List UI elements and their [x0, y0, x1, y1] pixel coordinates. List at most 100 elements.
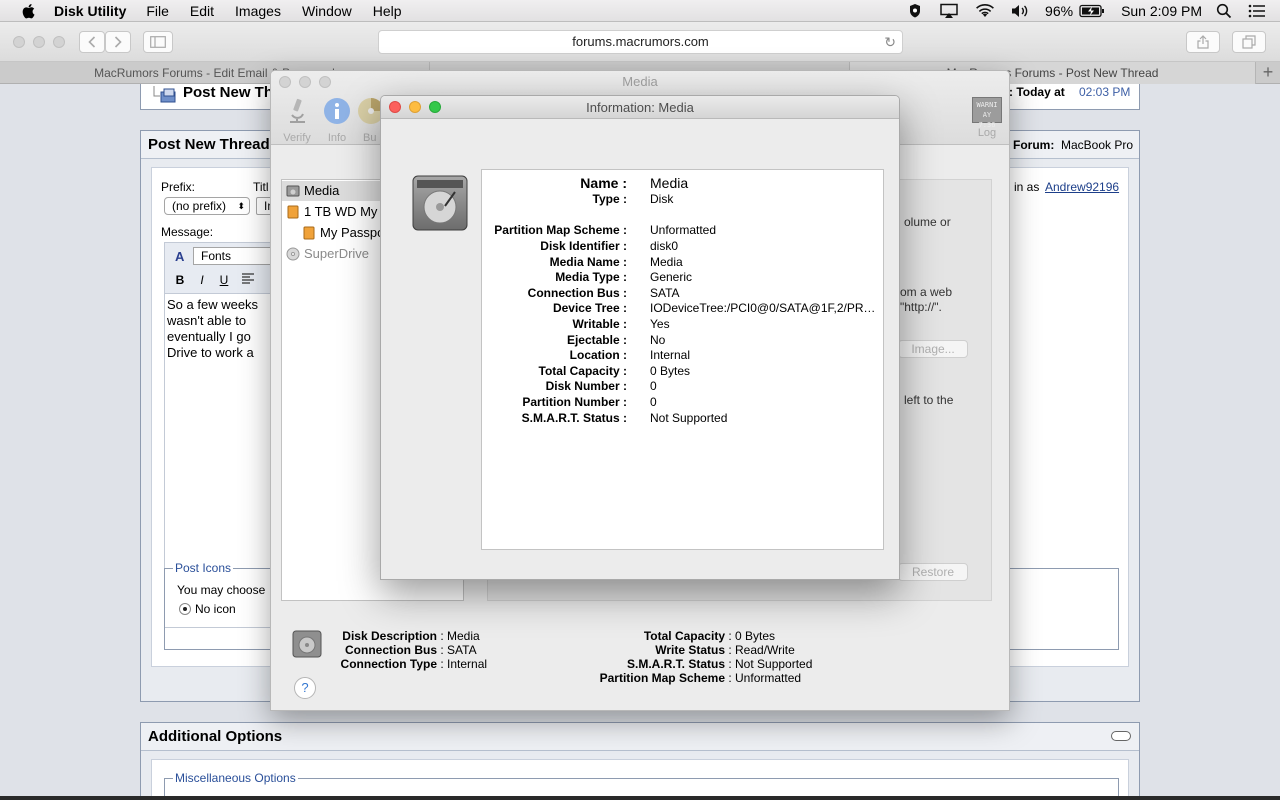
information-window: Information: Media Name : Media Type : D… — [380, 95, 900, 580]
back-button[interactable] — [79, 31, 105, 53]
menu-file[interactable]: File — [146, 3, 169, 19]
volume-icon[interactable] — [1011, 3, 1029, 19]
sidebar-item-label: Media — [304, 183, 340, 198]
info-row-total-capacity: Total Capacity : 0 Bytes — [482, 364, 885, 380]
browser-zoom-button[interactable] — [53, 36, 65, 48]
info-value: Yes — [650, 317, 670, 331]
info-disk-icon — [411, 172, 469, 234]
footer-partition-map: Partition Map Scheme : Unformatted — [589, 671, 801, 685]
help-button[interactable]: ? — [294, 677, 316, 699]
tabs-icon — [1242, 35, 1256, 49]
footer-label: Connection Bus — [345, 643, 437, 657]
clock[interactable]: Sun 2:09 PM — [1121, 3, 1202, 19]
info-label-text: Location — [569, 348, 620, 362]
info-label-text: Name — [580, 175, 619, 191]
misc-options-legend: Miscellaneous Options — [173, 771, 298, 785]
bold-button[interactable]: B — [171, 271, 189, 289]
footer-write-status: Write Status : Read/Write — [589, 643, 795, 657]
spotlight-search-icon[interactable] — [1216, 3, 1232, 19]
info-value: 0 Bytes — [650, 364, 691, 378]
battery-percent[interactable]: 96% — [1045, 3, 1073, 19]
font-color-icon[interactable]: A — [175, 249, 184, 264]
log-tool-button[interactable]: WARNI AY 7:36 Log — [967, 97, 1007, 139]
info-value: Disk — [650, 192, 674, 206]
web-fragment: om a web — [900, 285, 953, 299]
browser-minimize-button[interactable] — [33, 36, 45, 48]
tabs-overview-button[interactable] — [1232, 31, 1266, 53]
shield-status-icon[interactable] — [907, 3, 923, 19]
footer-smart-status: S.M.A.R.T. Status : Not Supported — [589, 657, 812, 671]
menu-edit[interactable]: Edit — [190, 3, 214, 19]
menu-images[interactable]: Images — [235, 3, 281, 19]
no-icon-radio[interactable] — [179, 603, 191, 615]
info-value: Generic — [650, 270, 693, 284]
info-label-text: Connection Bus — [527, 286, 620, 300]
info-label: S.M.A.R.T. Status : — [521, 411, 627, 425]
apple-icon[interactable] — [20, 2, 38, 20]
optical-drive-icon — [286, 247, 300, 261]
url-text: forums.macrumors.com — [572, 34, 709, 49]
sidebar-item-label: SuperDrive — [304, 246, 370, 261]
restore-button[interactable]: Restore — [898, 563, 968, 581]
info-label: Info — [327, 132, 347, 144]
notification-center-icon[interactable] — [1248, 4, 1266, 18]
browser-close-button[interactable] — [13, 36, 25, 48]
info-row-partition-number: Partition Number : 0 — [482, 395, 885, 411]
menu-bar: Disk Utility File Edit Images Window Hel… — [0, 0, 1280, 22]
post-icons-legend: Post Icons — [173, 561, 234, 575]
message-line: So a few weeks — [167, 297, 259, 312]
info-label: Partition Map Scheme : — [494, 223, 627, 237]
info-label: Name : — [580, 175, 627, 191]
footer-value: Internal — [447, 657, 488, 671]
footer-value: Unformatted — [735, 671, 802, 685]
additional-options-panel: Additional Options Miscellaneous Options — [140, 722, 1140, 796]
prefix-select[interactable]: (no prefix) ⬍ — [164, 197, 250, 215]
italic-button[interactable]: I — [193, 271, 211, 289]
footer-value: Media — [447, 629, 480, 643]
info-label: Type : — [592, 192, 627, 206]
info-label: Total Capacity : — [538, 364, 627, 378]
footer-label: Partition Map Scheme — [599, 671, 725, 685]
battery-icon[interactable] — [1079, 4, 1105, 18]
align-left-icon[interactable] — [241, 273, 257, 287]
info-row-partition-map-scheme: Partition Map Scheme : Unformatted — [482, 223, 885, 239]
info-row-disk-number: Disk Number : 0 — [482, 379, 885, 395]
menu-window[interactable]: Window — [302, 3, 352, 19]
address-bar[interactable]: forums.macrumors.com ↻ — [378, 30, 903, 54]
sidebar-toggle-button[interactable] — [143, 31, 173, 53]
info-label-text: Media Type — [555, 270, 620, 284]
share-button[interactable] — [1186, 31, 1220, 53]
info-value: SATA — [650, 286, 680, 300]
info-tool-button[interactable]: Info — [317, 97, 357, 144]
info-row-disk-identifier: Disk Identifier : disk0 — [482, 239, 885, 255]
select-arrows-icon: ⬍ — [237, 201, 245, 211]
image-button[interactable]: Image... — [898, 340, 968, 358]
new-tab-button[interactable]: + — [1256, 62, 1280, 84]
verify-tool-button[interactable]: Verify — [277, 97, 317, 144]
footer-connection-type: Connection Type : Internal — [331, 657, 488, 671]
reload-icon[interactable]: ↻ — [884, 31, 896, 53]
username-link[interactable]: Andrew92196 — [1045, 180, 1119, 194]
app-menu-disk-utility[interactable]: Disk Utility — [54, 3, 126, 19]
log-icon-line: WARNI — [976, 101, 998, 109]
menu-help[interactable]: Help — [373, 3, 402, 19]
collapse-toggle-icon[interactable] — [1111, 731, 1131, 741]
misc-options-fieldset: Miscellaneous Options — [164, 771, 1119, 796]
info-value: disk0 — [650, 239, 679, 253]
posted-label: : Today at — [1009, 85, 1065, 99]
info-label: Disk Number : — [545, 379, 627, 393]
airplay-icon[interactable] — [939, 3, 959, 19]
message-line: eventually I go — [167, 329, 251, 344]
info-label-text: Media Name — [549, 255, 620, 269]
wifi-icon[interactable] — [975, 3, 995, 19]
info-value: IODeviceTree:/PCI0@0/SATA@1F,2/PRT0... — [650, 301, 878, 315]
info-row-smart-status: S.M.A.R.T. Status : Not Supported — [482, 411, 885, 427]
chevron-left-icon — [88, 36, 96, 48]
info-label: Media Type : — [555, 270, 627, 284]
du-window-title: Media — [622, 74, 658, 89]
underline-button[interactable]: U — [215, 271, 233, 289]
footer-total-capacity: Total Capacity : 0 Bytes — [589, 629, 775, 643]
info-label-text: Disk Number — [545, 379, 620, 393]
forward-button[interactable] — [105, 31, 131, 53]
additional-options-title: Additional Options — [148, 728, 283, 745]
